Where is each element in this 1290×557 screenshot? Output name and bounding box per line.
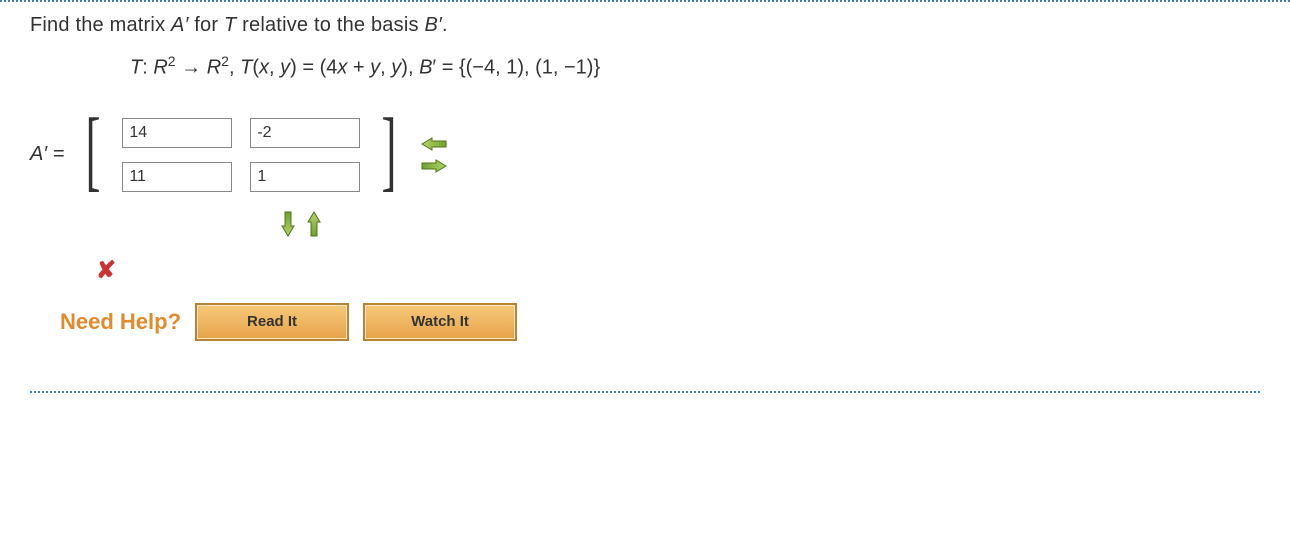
- matrix-cell-0-0[interactable]: [122, 118, 232, 148]
- formula: T: R2 → R2, T(x, y) = (4x + y, y), B′ = …: [130, 53, 1260, 80]
- var-bprime: B′: [424, 14, 442, 36]
- right-bracket: ]: [382, 106, 397, 196]
- matrix-cell-1-0[interactable]: [122, 162, 232, 192]
- matrix-input-row: A′ = [ ]: [30, 110, 1260, 200]
- var-aprime: A′: [171, 14, 189, 36]
- matrix-cell-1-1[interactable]: [250, 162, 360, 192]
- text: .: [442, 14, 448, 36]
- left-bracket: [: [86, 106, 101, 196]
- text: for: [189, 14, 224, 36]
- remove-column-icon[interactable]: [420, 136, 448, 152]
- watch-it-button[interactable]: Watch It: [363, 303, 517, 341]
- read-it-button[interactable]: Read It: [195, 303, 349, 341]
- help-row: Need Help? Read It Watch It: [60, 303, 1260, 341]
- matrix-label: A′ =: [30, 143, 64, 166]
- add-row-icon[interactable]: [280, 210, 296, 238]
- matrix-grid: [118, 112, 364, 198]
- question-prompt: Find the matrix A′ for T relative to the…: [30, 14, 1260, 37]
- add-column-icon[interactable]: [420, 158, 448, 174]
- remove-row-icon[interactable]: [306, 210, 322, 238]
- divider: [30, 391, 1260, 393]
- button-label: Read It: [247, 313, 297, 330]
- button-label: Watch It: [411, 313, 469, 330]
- matrix-cell-0-1[interactable]: [250, 118, 360, 148]
- var-t: T: [224, 14, 236, 36]
- incorrect-icon: ✘: [96, 256, 1260, 285]
- need-help-label: Need Help?: [60, 309, 181, 335]
- text: relative to the basis: [236, 14, 424, 36]
- text: Find the matrix: [30, 14, 171, 36]
